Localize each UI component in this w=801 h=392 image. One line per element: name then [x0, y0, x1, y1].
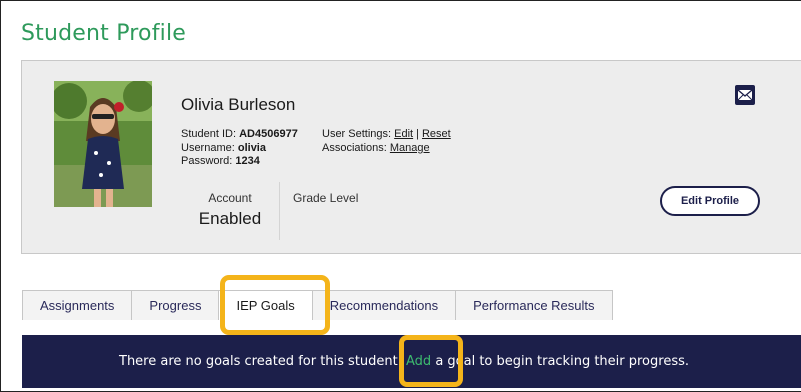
- username-row: Username: olivia: [181, 142, 298, 156]
- tab-assignments[interactable]: Assignments: [22, 290, 133, 320]
- settings-separator: |: [416, 128, 419, 140]
- account-status-block: Account Enabled: [181, 182, 280, 240]
- edit-profile-button[interactable]: Edit Profile: [660, 186, 760, 216]
- banner-text-before: There are no goals created for this stud…: [119, 354, 407, 369]
- page-frame: Student Profile Olivia Burleson Student …: [0, 0, 801, 392]
- add-goal-link[interactable]: Add: [406, 354, 431, 369]
- student-photo-image: [54, 81, 152, 207]
- manage-associations-link[interactable]: Manage: [390, 142, 430, 154]
- no-goals-banner: There are no goals created for this stud…: [22, 335, 801, 388]
- profile-tabs: Assignments Progress IEP Goals Recommend…: [22, 290, 613, 320]
- student-photo: [54, 81, 152, 207]
- account-status: Enabled: [198, 209, 262, 228]
- tab-recommendations[interactable]: Recommendations: [311, 290, 457, 320]
- account-label: Account: [208, 191, 252, 205]
- message-button[interactable]: [735, 85, 755, 105]
- student-id-label: Student ID:: [181, 128, 237, 140]
- password-label: Password:: [181, 155, 233, 167]
- associations-label: Associations:: [322, 141, 387, 154]
- profile-card: Olivia Burleson Student ID: AD4506977 Us…: [21, 60, 801, 254]
- grade-level-label: Grade Level: [293, 191, 359, 205]
- student-credentials: Student ID: AD4506977 Username: olivia P…: [181, 128, 298, 169]
- student-settings: User Settings: Edit | Reset Associations: …: [322, 128, 451, 155]
- password-value: 1234: [235, 155, 260, 167]
- page-title: Student Profile: [21, 21, 187, 46]
- username-label: Username:: [181, 141, 235, 154]
- user-settings-row: User Settings: Edit | Reset: [322, 128, 451, 142]
- student-name: Olivia Burleson: [181, 95, 296, 114]
- envelope-icon: [737, 89, 753, 101]
- edit-settings-link[interactable]: Edit: [394, 128, 413, 140]
- tab-iep-goals[interactable]: IEP Goals: [218, 290, 313, 320]
- username-value: olivia: [237, 141, 266, 154]
- password-row: Password: 1234: [181, 155, 298, 169]
- user-settings-label: User Settings:: [322, 128, 392, 140]
- tab-performance-results[interactable]: Performance Results: [455, 290, 613, 320]
- reset-settings-link[interactable]: Reset: [422, 128, 451, 140]
- banner-text-after: a goal to begin tracking their progress.: [431, 354, 689, 369]
- student-id-row: Student ID: AD4506977: [181, 128, 298, 142]
- student-id-value: AD4506977: [239, 128, 298, 140]
- associations-row: Associations: Manage: [322, 142, 451, 156]
- tab-progress[interactable]: Progress: [131, 290, 220, 320]
